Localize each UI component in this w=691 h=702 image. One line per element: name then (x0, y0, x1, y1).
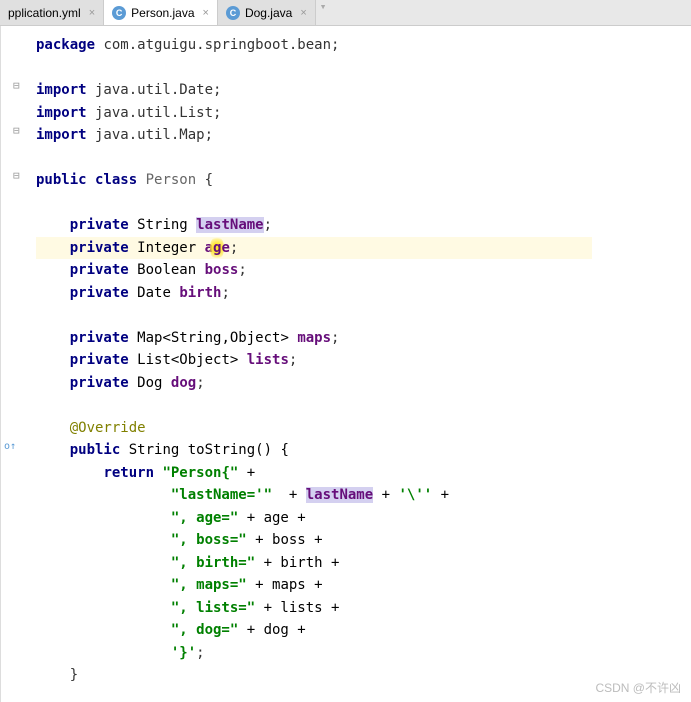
close-icon[interactable]: × (203, 7, 209, 19)
field-lastname-usage: lastName (306, 487, 373, 503)
override-icon[interactable]: o↑ (4, 441, 16, 452)
fold-icon[interactable]: ⊟ (13, 79, 20, 92)
code-editor[interactable]: ⊟ ⊟ ⊟ o↑ package com.atguigu.springboot.… (0, 26, 691, 702)
keyword: private (70, 217, 129, 233)
field-age: age (205, 240, 230, 256)
tab-dog-java[interactable]: C Dog.java × (218, 0, 316, 25)
keyword: private (70, 285, 129, 301)
class-name: Person (146, 172, 197, 188)
dropdown-icon[interactable]: ▾ (316, 0, 327, 25)
keyword: private (70, 240, 129, 256)
fold-icon[interactable]: ⊟ (13, 169, 20, 182)
keyword: public (36, 172, 87, 188)
class-icon: C (112, 6, 126, 20)
code-area[interactable]: package com.atguigu.springboot.bean; imp… (36, 34, 691, 687)
watermark: CSDN @不许凶 (595, 679, 681, 696)
close-icon[interactable]: × (300, 7, 306, 19)
field-lastname: lastName (196, 217, 263, 233)
tab-label: pplication.yml (8, 6, 81, 20)
field-boss: boss (205, 262, 239, 278)
keyword: import (36, 105, 87, 121)
field-maps: maps (297, 330, 331, 346)
field-dog: dog (171, 375, 196, 391)
keyword: package (36, 37, 95, 53)
fold-icon[interactable]: ⊟ (13, 124, 20, 137)
keyword: private (70, 352, 129, 368)
keyword: return (103, 465, 154, 481)
tab-label: Dog.java (245, 6, 292, 20)
field-birth: birth (179, 285, 221, 301)
keyword: private (70, 375, 129, 391)
keyword: class (87, 172, 146, 188)
class-icon: C (226, 6, 240, 20)
keyword: import (36, 82, 87, 98)
field-lists: lists (247, 352, 289, 368)
tab-person-java[interactable]: C Person.java × (104, 0, 218, 25)
keyword: private (70, 330, 129, 346)
close-icon[interactable]: × (89, 7, 95, 19)
tab-application-yml[interactable]: pplication.yml × (0, 0, 104, 25)
keyword: import (36, 127, 87, 143)
tab-bar: pplication.yml × C Person.java × C Dog.j… (0, 0, 691, 26)
keyword: public (70, 442, 121, 458)
annotation: @Override (70, 420, 146, 436)
keyword: private (70, 262, 129, 278)
tab-label: Person.java (131, 6, 194, 20)
